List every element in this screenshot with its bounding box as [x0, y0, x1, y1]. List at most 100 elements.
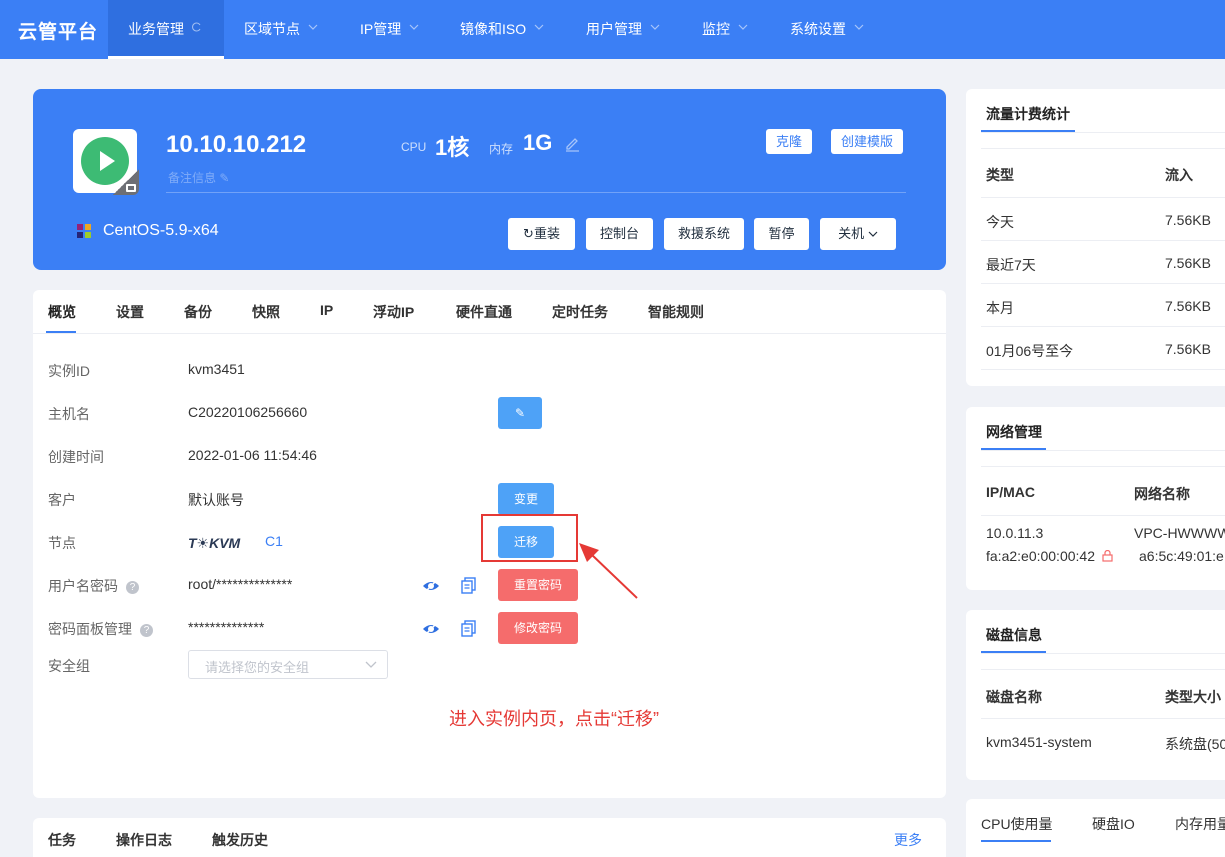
instance-ip: 10.10.10.212 [166, 131, 307, 158]
copy-icon[interactable] [460, 577, 477, 594]
traffic-header-type: 类型 [986, 167, 1014, 183]
traffic-title: 流量计费统计 [986, 106, 1070, 122]
more-link[interactable]: 更多 [894, 830, 922, 850]
pause-button[interactable]: 暂停 [754, 218, 809, 250]
divider [981, 653, 1225, 654]
eye-hidden-icon[interactable] [422, 620, 440, 638]
nav-item-users[interactable]: 用户管理 [586, 0, 660, 59]
annotation-highlight-box [481, 514, 578, 562]
annotation-text: 进入实例内页，点击“迁移” [449, 709, 659, 729]
node-label: 节点 [48, 535, 76, 551]
tab-trigger-history[interactable]: 触发历史 [212, 830, 268, 850]
nav-item-settings[interactable]: 系统设置 [790, 0, 864, 59]
chevron-down-icon [365, 661, 377, 668]
console-button[interactable]: 控制台 [586, 218, 653, 250]
help-icon[interactable]: ? [140, 624, 153, 637]
help-icon[interactable]: ? [126, 581, 139, 594]
panel-password-label: 密码面板管理? [48, 619, 153, 639]
security-group-select[interactable]: 请选择您的安全组 [188, 650, 388, 679]
tab-ip[interactable]: IP [320, 302, 333, 318]
disk-header-type: 类型大小 [1165, 689, 1221, 705]
remark-field[interactable]: 备注信息 ✎ [168, 169, 229, 186]
reset-password-button[interactable]: 重置密码 [498, 569, 578, 601]
network-header-name: 网络名称 [1134, 486, 1190, 502]
instance-id-value: kvm3451 [188, 361, 245, 377]
tab-settings[interactable]: 设置 [116, 302, 144, 322]
table-cell: 7.56KB [1165, 298, 1211, 314]
table-row: 01月06号至今 [986, 343, 1074, 359]
chevron-down-icon [650, 24, 660, 30]
divider [981, 466, 1225, 467]
tab-memory-usage[interactable]: 内存用量 [1175, 814, 1225, 834]
reinstall-button[interactable]: ↻重装 [508, 218, 575, 250]
modify-password-button[interactable]: 修改密码 [498, 612, 578, 644]
table-cell: 7.56KB [1165, 212, 1211, 228]
node-link[interactable]: C1 [265, 533, 283, 549]
active-tab-indicator [46, 331, 76, 333]
chevron-down-icon [868, 231, 878, 237]
chevron-down-icon [738, 24, 748, 30]
network-title: 网络管理 [986, 424, 1042, 440]
chevron-down-icon [854, 24, 864, 30]
tab-backup[interactable]: 备份 [184, 302, 212, 322]
kvm-logo: T☀KVM [188, 535, 241, 551]
nav-item-ip[interactable]: IP管理 [360, 0, 419, 59]
divider [981, 515, 1225, 516]
pen-icon: ✎ [514, 406, 526, 420]
tab-tasks[interactable]: 任务 [48, 830, 76, 850]
tab-operation-log[interactable]: 操作日志 [116, 830, 172, 850]
divider [166, 192, 906, 193]
table-cell: 7.56KB [1165, 341, 1211, 357]
chevron-down-icon [308, 24, 318, 30]
hostname-label: 主机名 [48, 406, 90, 422]
user-password-label: 用户名密码? [48, 576, 139, 596]
nav-item-regions[interactable]: 区域节点 [244, 0, 318, 59]
tab-disk-io[interactable]: 硬盘IO [1092, 814, 1135, 834]
chevron-down-icon [409, 24, 419, 30]
shutdown-button[interactable]: 关机 [820, 218, 896, 250]
created-value: 2022-01-06 11:54:46 [188, 447, 317, 463]
network-name: VPC-HWWWW [1134, 525, 1225, 541]
instance-header-card: 10.10.10.212 备注信息 ✎ CPU 1核 内存 1G 克隆 创建模版… [33, 89, 946, 270]
edit-hostname-button[interactable]: ✎ [498, 397, 542, 429]
edit-spec-icon[interactable] [565, 137, 580, 152]
created-label: 创建时间 [48, 449, 104, 465]
tab-floating-ip[interactable]: 浮动IP [373, 302, 414, 322]
tab-passthrough[interactable]: 硬件直通 [456, 302, 512, 322]
detail-tabs: 概览 设置 备份 快照 IP 浮动IP 硬件直通 定时任务 智能规则 [33, 290, 946, 334]
create-template-button[interactable]: 创建模版 [831, 129, 904, 154]
nav-item-monitor[interactable]: 监控 [702, 0, 748, 59]
nav-item-business[interactable]: 业务管理 [108, 0, 224, 59]
copy-icon[interactable] [460, 620, 477, 637]
user-password-value: root/************** [188, 576, 293, 592]
cpu-label: CPU [401, 140, 427, 154]
tab-scheduled-tasks[interactable]: 定时任务 [552, 302, 608, 322]
tab-snapshot[interactable]: 快照 [252, 302, 280, 322]
divider [981, 240, 1225, 241]
table-row: 本月 [986, 300, 1014, 316]
memory-label: 内存 [489, 142, 514, 156]
task-log-card: 任务 操作日志 触发历史 更多 [33, 818, 946, 857]
tab-overview[interactable]: 概览 [48, 302, 76, 322]
network-name-mac: a6:5c:49:01:e [1139, 548, 1224, 564]
clone-button[interactable]: 克隆 [766, 129, 813, 154]
divider [981, 718, 1225, 719]
disk-panel: 磁盘信息 磁盘名称 类型大小 kvm3451-system 系统盘(50 [966, 610, 1225, 780]
divider [981, 326, 1225, 327]
refresh-icon [192, 22, 201, 32]
nav-item-images[interactable]: 镜像和ISO [460, 0, 544, 59]
eye-hidden-icon[interactable] [422, 577, 440, 595]
edit-icon: ✎ [219, 171, 230, 185]
brand-logo[interactable]: 云管平台 [18, 17, 98, 44]
divider [981, 669, 1225, 670]
change-customer-button[interactable]: 变更 [498, 483, 554, 515]
memory-value: 1G [523, 130, 553, 155]
tab-cpu-usage[interactable]: CPU使用量 [981, 814, 1053, 834]
cpu-value: 1核 [435, 135, 470, 160]
rescue-button[interactable]: 救援系统 [664, 218, 744, 250]
tab-smart-rules[interactable]: 智能规则 [648, 302, 704, 322]
network-mac: fa:a2:e0:00:00:42 [986, 548, 1095, 564]
divider [981, 197, 1225, 198]
lock-icon [113, 169, 139, 195]
chevron-down-icon [534, 24, 544, 30]
